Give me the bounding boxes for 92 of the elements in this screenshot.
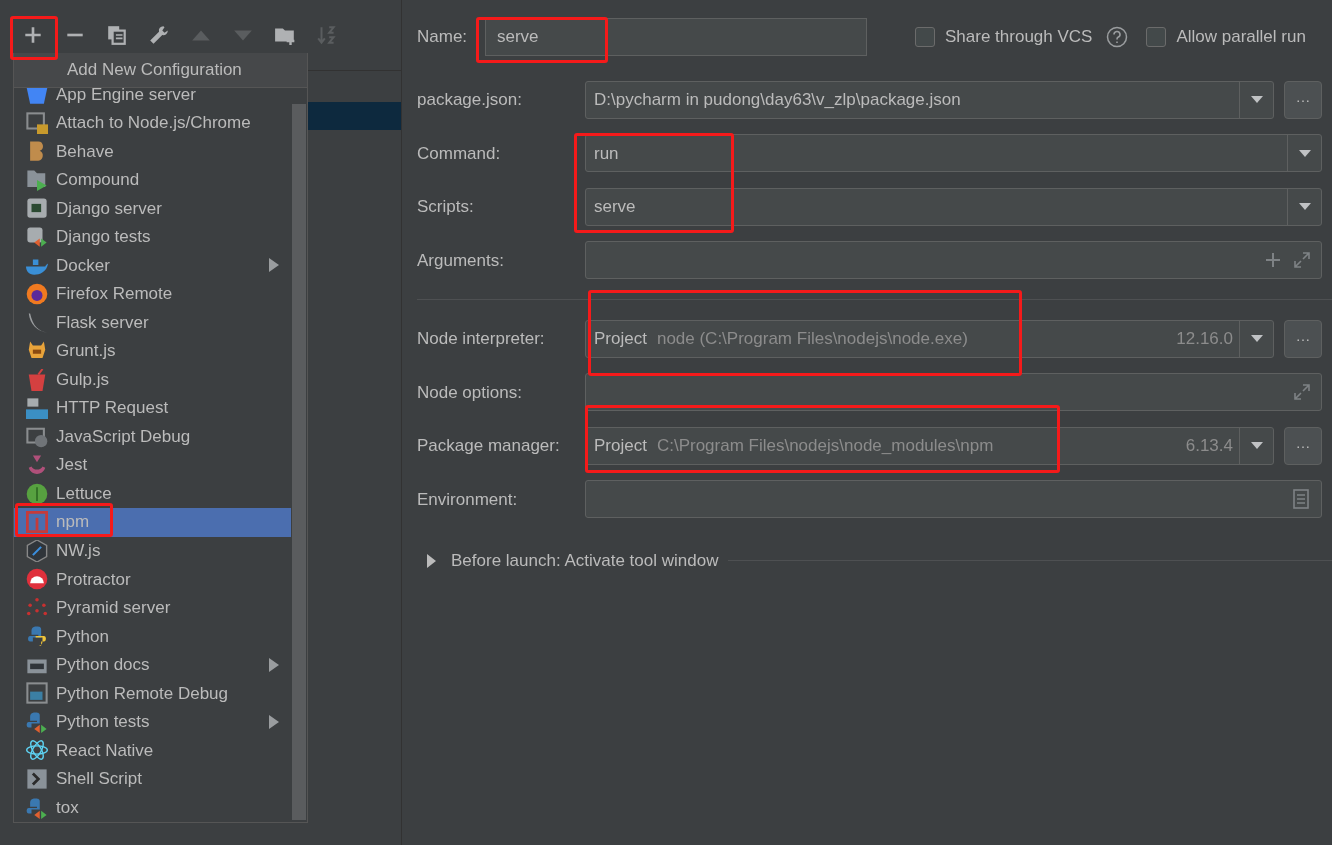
field-label: Name: xyxy=(417,26,469,49)
field-label: package.json: xyxy=(417,89,523,111)
attach-window-icon xyxy=(26,111,48,134)
expand-arrow-icon[interactable] xyxy=(427,553,437,568)
menu-item[interactable]: Protractor xyxy=(14,565,291,594)
dropdown-field[interactable]: serve xyxy=(585,187,1322,226)
protractor-icon xyxy=(26,568,48,591)
add-icon[interactable] xyxy=(22,24,44,46)
field-label: Node interpreter: xyxy=(417,328,546,350)
add-icon[interactable] xyxy=(1265,252,1281,269)
copy-icon[interactable] xyxy=(106,24,128,46)
menu-item[interactable]: Shell Script xyxy=(14,764,291,794)
menu-item[interactable]: Python docs xyxy=(14,650,291,680)
dropdown-caret-icon[interactable] xyxy=(1298,149,1311,157)
menu-item[interactable]: Python Remote Debug xyxy=(14,679,291,708)
menu-item[interactable]: Compound xyxy=(14,165,291,195)
section-title[interactable]: Before launch: Activate tool window xyxy=(451,548,719,574)
terminal-icon xyxy=(26,768,48,790)
django-icon xyxy=(26,197,48,220)
dropdown-caret-icon[interactable] xyxy=(1298,203,1311,211)
menu-item[interactable]: Docker xyxy=(14,251,291,280)
field-label: Command: xyxy=(417,142,502,165)
dropdown-caret-icon[interactable] xyxy=(1250,335,1263,343)
checkbox-label: Allow parallel run xyxy=(1176,26,1306,49)
menu-item[interactable]: Firefox Remote xyxy=(14,279,291,309)
help-icon[interactable] xyxy=(1106,26,1129,48)
menu-item[interactable]: JavaScript Debug xyxy=(14,422,291,451)
hexagon-icon xyxy=(26,539,48,562)
dropdown-caret-icon[interactable] xyxy=(1250,96,1263,104)
menu-item[interactable]: Gulp.js xyxy=(14,365,291,394)
cup-icon xyxy=(26,368,48,391)
expand-icon[interactable] xyxy=(1293,383,1311,402)
browse-button[interactable]: … xyxy=(1284,426,1322,465)
version-text: 6.13.4 xyxy=(1185,435,1234,457)
highlight-frame xyxy=(10,16,58,60)
menu-item[interactable]: Pyramid server xyxy=(14,593,291,623)
field-value: C:\Program Files\nodejs\node_modules\npm xyxy=(656,435,995,457)
version-text: 12.16.0 xyxy=(1176,328,1234,350)
menu-item[interactable]: Django tests xyxy=(14,222,291,252)
menu-item[interactable]: Django server xyxy=(14,194,291,223)
field-value: serve xyxy=(593,196,637,218)
dropdown-caret-icon[interactable] xyxy=(1250,442,1263,450)
document-icon[interactable] xyxy=(1293,489,1309,510)
menu-item[interactable]: Attach to Node.js/Chrome xyxy=(14,108,291,138)
browse-button[interactable]: … xyxy=(1284,80,1322,119)
firefox-icon xyxy=(26,283,48,305)
field-label: Package manager: xyxy=(417,435,561,457)
django-test-icon xyxy=(26,225,48,248)
field-prefix: Project xyxy=(593,328,648,350)
dropdown-field[interactable]: Project C:\Program Files\nodejs\node_modules\npm 6.13.4 xyxy=(585,426,1274,465)
name-field[interactable]: serve xyxy=(485,18,867,56)
menu-item[interactable]: Behave xyxy=(14,137,291,166)
menu-item[interactable]: Grunt.js xyxy=(14,336,291,366)
checkbox[interactable] xyxy=(915,27,935,47)
leaf-icon xyxy=(26,482,48,505)
tooltip: Add New Configuration xyxy=(14,53,307,88)
menu-item[interactable]: React Native xyxy=(14,736,291,765)
field-label: Environment: xyxy=(417,488,519,511)
menu-item[interactable]: Flask server xyxy=(14,308,291,337)
field-label: Node options: xyxy=(417,381,523,404)
dropdown-field[interactable]: D:\pycharm in pudong\day63\v_zlp\package.json xyxy=(585,80,1274,119)
field-value: node (C:\Program Files\nodejs\node.exe) xyxy=(656,328,969,350)
jest-icon xyxy=(26,454,48,477)
menu-item[interactable]: tox xyxy=(14,793,291,822)
checkbox-label: Share through VCS xyxy=(945,26,1093,49)
field-value: D:\pycharm in pudong\day63\v_zlp\package.json xyxy=(593,89,962,111)
expand-icon[interactable] xyxy=(1293,251,1311,270)
field-label: Scripts: xyxy=(417,196,475,218)
menu-item[interactable]: Jest xyxy=(14,450,291,480)
atom-icon xyxy=(26,739,48,762)
menu-item[interactable]: Python xyxy=(14,622,291,651)
wrench-icon[interactable] xyxy=(148,24,170,46)
dropdown-field[interactable]: Project node (C:\Program Files\nodejs\node.exe) 12.16.0 xyxy=(585,319,1274,358)
menu-item[interactable]: NW.js xyxy=(14,536,291,566)
text-field[interactable] xyxy=(585,241,1322,280)
python-test-icon xyxy=(26,796,48,819)
api-icon xyxy=(26,397,48,420)
field-value: run xyxy=(593,142,620,165)
browse-button[interactable]: … xyxy=(1284,319,1322,358)
menu-item[interactable]: Python tests xyxy=(14,707,291,737)
menu-item[interactable]: HTTP Request xyxy=(14,393,291,423)
checkbox[interactable] xyxy=(1146,27,1167,47)
folder-play-icon xyxy=(26,168,48,191)
field-prefix: Project xyxy=(593,435,648,457)
menu-item[interactable]: Lettuce xyxy=(14,479,291,508)
dropdown-field[interactable]: run xyxy=(585,134,1322,173)
text-field[interactable] xyxy=(585,480,1322,519)
python-icon xyxy=(26,625,48,648)
npm-icon xyxy=(26,511,48,534)
field-label: Arguments: xyxy=(417,249,505,272)
python-test-icon xyxy=(26,710,48,733)
remote-window-icon xyxy=(26,682,48,705)
